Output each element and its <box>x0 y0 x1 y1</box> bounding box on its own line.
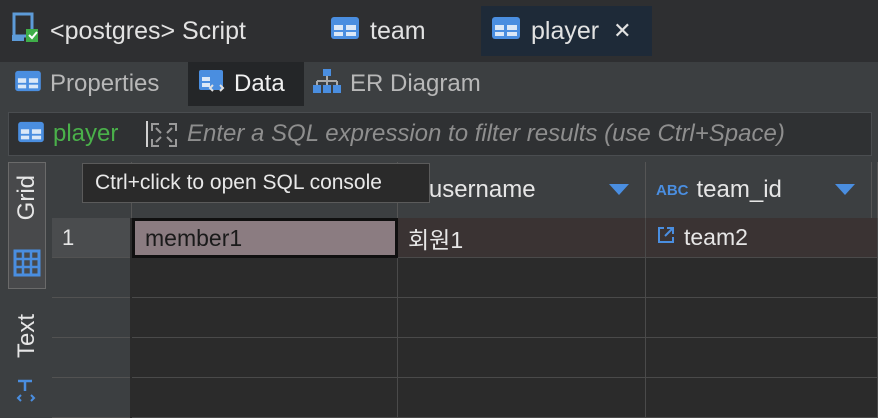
editor-sub-tab-bar: Properties Data ER Diagram <box>0 62 878 106</box>
empty-cell <box>132 378 398 418</box>
external-link-icon[interactable] <box>656 224 676 251</box>
sql-script-icon <box>10 11 40 52</box>
empty-cell <box>646 258 878 298</box>
grid-view-toggle[interactable]: Grid <box>8 162 46 289</box>
table-cell[interactable]: member1 <box>132 218 398 258</box>
row-number-empty <box>52 258 130 298</box>
empty-cell <box>646 378 878 418</box>
header-filler <box>872 162 878 218</box>
tab-label: team <box>370 16 426 45</box>
tab-data[interactable]: Data <box>188 62 304 106</box>
presentation-side-panel: Grid Text <box>0 162 52 418</box>
column-name: team_id <box>696 176 782 203</box>
tab-label: ER Diagram <box>350 70 481 97</box>
table-cell[interactable]: 회원1 <box>398 218 646 258</box>
table-icon <box>491 16 521 47</box>
cell-value: team2 <box>684 224 748 250</box>
column-header-username[interactable]: C username <box>398 162 646 218</box>
tab-label: player <box>531 16 600 45</box>
tab-team[interactable]: team <box>330 6 426 56</box>
filter-input-container[interactable]: player Enter a SQL expression to filter … <box>8 112 872 156</box>
row-number-empty <box>52 298 130 338</box>
empty-cell <box>398 298 646 338</box>
filter-expression-input[interactable]: Enter a SQL expression to filter results… <box>187 113 785 155</box>
empty-cell <box>132 258 398 298</box>
text-cursor <box>146 121 148 147</box>
type-badge: ABC <box>656 181 689 199</box>
close-icon[interactable]: ✕ <box>613 18 631 44</box>
grid-label: Grid <box>13 175 40 221</box>
filter-table-selector[interactable]: player <box>17 113 118 155</box>
table-cell-link[interactable]: team2 <box>646 218 878 258</box>
column-header-team-id[interactable]: ABC team_id <box>646 162 872 218</box>
empty-cell <box>398 378 646 418</box>
table-icon <box>330 16 360 47</box>
tab-label: <postgres> Script <box>50 16 246 45</box>
table-icon <box>14 70 42 99</box>
sort-arrow-icon[interactable] <box>609 184 629 195</box>
empty-cell <box>646 298 878 338</box>
filter-table-name: player <box>53 120 119 147</box>
grid-icon <box>13 249 41 282</box>
text-view-toggle[interactable]: Text <box>8 304 46 418</box>
table-icon <box>17 121 45 148</box>
text-format-icon <box>15 377 39 408</box>
filter-bar: player Enter a SQL expression to filter … <box>0 106 878 162</box>
row-number-empty <box>52 338 130 378</box>
tab-label: Properties <box>50 70 160 97</box>
editor-tab-bar: <postgres> Script team player ✕ <box>0 0 878 62</box>
row-number-empty <box>52 378 130 418</box>
text-label: Text <box>13 314 40 359</box>
empty-cell <box>132 338 398 378</box>
row-number[interactable]: 1 <box>52 218 130 258</box>
tooltip: Ctrl+click to open SQL console <box>82 163 430 203</box>
sort-arrow-icon[interactable] <box>835 184 855 195</box>
tab-player[interactable]: player ✕ <box>481 6 652 56</box>
column-name: username <box>428 176 536 203</box>
tab-label: Data <box>234 70 285 97</box>
empty-cell <box>398 258 646 298</box>
empty-cell <box>398 338 646 378</box>
empty-cell <box>132 298 398 338</box>
tab-properties[interactable]: Properties <box>14 62 159 106</box>
expand-icon[interactable] <box>149 121 179 154</box>
tab-er-diagram[interactable]: ER Diagram <box>312 62 481 106</box>
data-icon <box>198 68 226 101</box>
empty-cell <box>646 338 878 378</box>
er-diagram-icon <box>312 67 342 102</box>
tab-postgres-script[interactable]: <postgres> Script <box>10 6 246 56</box>
